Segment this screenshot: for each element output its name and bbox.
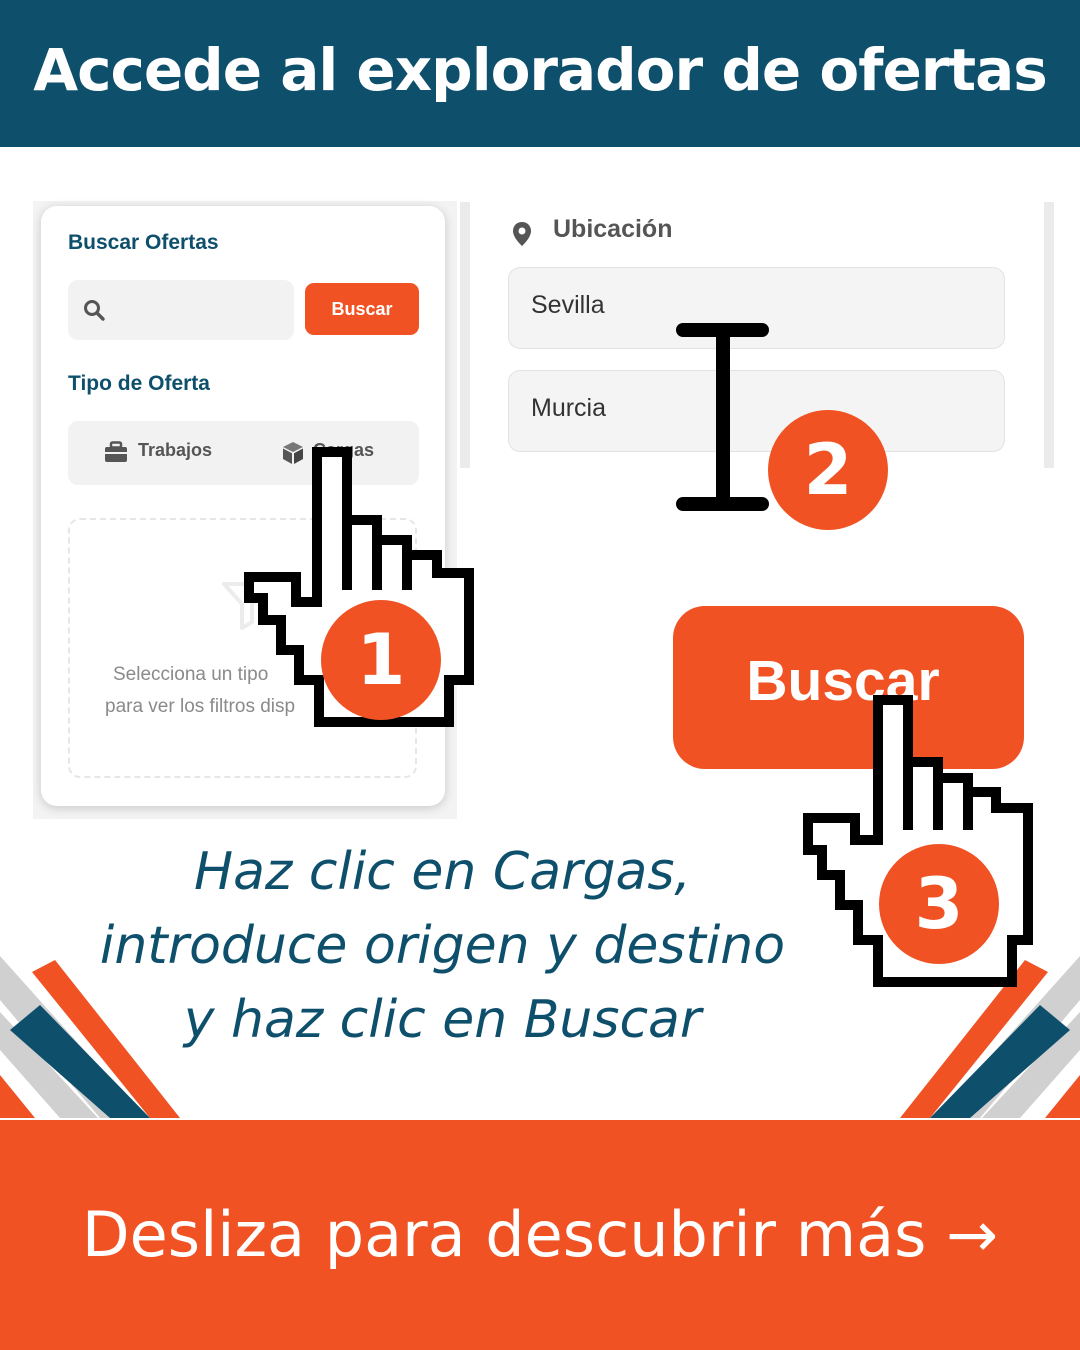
step-badge-1: 1: [321, 600, 441, 720]
text-cursor-icon: [676, 323, 769, 511]
destination-value: Murcia: [531, 394, 607, 422]
search-button[interactable]: Buscar: [305, 283, 419, 335]
footer-text: Desliza para descubrir más →: [81, 1198, 999, 1271]
search-icon: [84, 300, 105, 321]
step-badge-2: 2: [768, 410, 888, 530]
panel-divider-left: [460, 202, 470, 468]
instruction-line-2: introduce origen y destino: [99, 916, 786, 976]
page-title: Accede al explorador de ofertas: [33, 36, 1048, 104]
location-pin-icon: [513, 222, 531, 246]
search-heading: Buscar Ofertas: [68, 231, 219, 254]
instruction-line-1: Haz clic en Cargas,: [194, 842, 691, 902]
offer-type-heading: Tipo de Oferta: [68, 372, 210, 395]
option-trabajos[interactable]: Trabajos: [138, 440, 212, 461]
briefcase-icon: [105, 441, 127, 462]
panel-divider-right: [1044, 202, 1054, 468]
step-badge-3: 3: [879, 844, 999, 964]
origin-value: Sevilla: [531, 291, 605, 319]
instruction-line-3: y haz clic en Buscar: [183, 990, 702, 1050]
location-label: Ubicación: [553, 215, 673, 243]
